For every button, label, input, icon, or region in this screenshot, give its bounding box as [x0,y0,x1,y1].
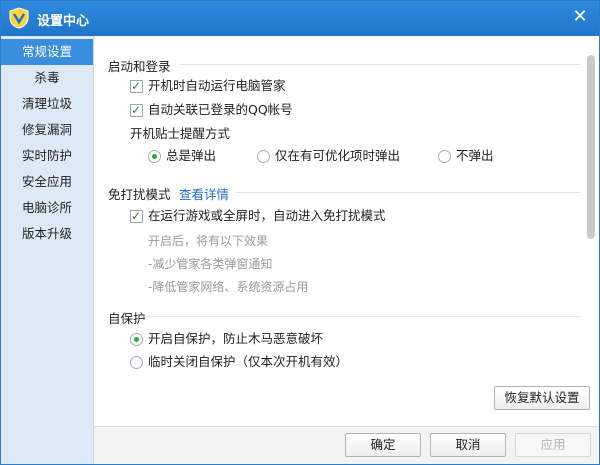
self-protect-off-option[interactable]: 临时关闭自保护（仅本次开机有效） [130,353,430,371]
checkbox[interactable]: ✓ [130,103,143,117]
auto-run-label: 开机时自动运行电脑管家 [148,78,286,93]
tips-option-never[interactable]: 不弹出 [438,147,518,165]
auto-no-disturb-label: 在运行游戏或全屏时，自动进入免打扰模式 [148,208,386,223]
settings-window: 设置中心 ✕ 常规设置 杀毒 清理垃圾 修复漏洞 实时防护 安全应用 电脑诊所 … [0,0,600,465]
section-title-startup: 启动和登录 [108,59,171,74]
shield-logo-icon [9,7,29,29]
sidebar: 常规设置 杀毒 清理垃圾 修复漏洞 实时防护 安全应用 电脑诊所 版本升级 [1,36,94,464]
radio[interactable] [148,150,161,163]
radio[interactable] [130,333,143,346]
check-icon: ✓ [131,209,142,223]
sidebar-item-pc-clinic[interactable]: 电脑诊所 [1,195,93,221]
sidebar-item-antivirus[interactable]: 杀毒 [1,65,93,91]
sidebar-item-general[interactable]: 常规设置 [1,39,93,65]
self-protect-on-label: 开启自保护，防止木马恶意破坏 [148,331,324,346]
self-protect-off-label: 临时关闭自保护（仅本次开机有效） [148,354,349,369]
apply-button[interactable]: 应用 [515,433,591,457]
auto-run-checkbox[interactable]: ✓ 开机时自动运行电脑管家 [130,77,430,95]
section-title-self-protect: 自保护 [108,311,146,326]
sidebar-item-realtime-protection[interactable]: 实时防护 [1,143,93,169]
sidebar-item-security-apps[interactable]: 安全应用 [1,169,93,195]
tips-mode-label: 开机贴士提醒方式 [130,126,231,141]
window-title: 设置中心 [37,14,90,29]
check-icon: ✓ [131,103,142,117]
sidebar-item-version-upgrade[interactable]: 版本升级 [1,221,93,247]
checkbox[interactable]: ✓ [130,209,143,223]
tips-option-optimize-label: 仅在有可优化项时弹出 [275,148,401,163]
effects-intro: 开启后，将有以下效果 [148,234,269,248]
scrollbar[interactable] [587,55,595,239]
close-icon[interactable]: ✕ [569,6,591,28]
cancel-button[interactable]: 取消 [430,433,506,457]
check-icon: ✓ [131,79,142,93]
tips-option-never-label: 不弹出 [456,148,494,163]
view-details-link[interactable]: 查看详情 [179,184,229,203]
restore-default-button[interactable]: 恢复默认设置 [494,386,590,410]
tips-option-always-label: 总是弹出 [166,148,217,163]
tips-option-optimize[interactable]: 仅在有可优化项时弹出 [257,147,427,165]
effect-fewer-popups: -减少管家各类弹窗通知 [148,257,273,271]
section-title-no-disturb: 免打扰模式 [108,187,171,202]
effect-lower-resources: -降低管家网络、系统资源占用 [148,280,309,294]
tips-option-always[interactable]: 总是弹出 [148,147,258,165]
divider [144,316,580,317]
divider [236,192,580,193]
divider [180,64,580,65]
radio[interactable] [130,356,143,369]
ok-button[interactable]: 确定 [345,433,421,457]
footer: 确定 取消 应用 [94,426,599,464]
sidebar-item-fix-vulnerabilities[interactable]: 修复漏洞 [1,117,93,143]
self-protect-on-option[interactable]: 开启自保护，防止木马恶意破坏 [130,330,430,348]
title-bar: 设置中心 ✕ [1,1,599,36]
sidebar-item-clean-junk[interactable]: 清理垃圾 [1,91,93,117]
link-qq-label: 自动关联已登录的QQ帐号 [148,102,293,117]
radio[interactable] [438,150,451,163]
link-qq-checkbox[interactable]: ✓ 自动关联已登录的QQ帐号 [130,101,430,119]
settings-content: 启动和登录 ✓ 开机时自动运行电脑管家 ✓ 自动关联已登录的QQ帐号 开机贴士提… [94,36,599,426]
auto-no-disturb-checkbox[interactable]: ✓ 在运行游戏或全屏时，自动进入免打扰模式 [130,207,430,225]
radio[interactable] [257,150,270,163]
checkbox[interactable]: ✓ [130,79,143,93]
